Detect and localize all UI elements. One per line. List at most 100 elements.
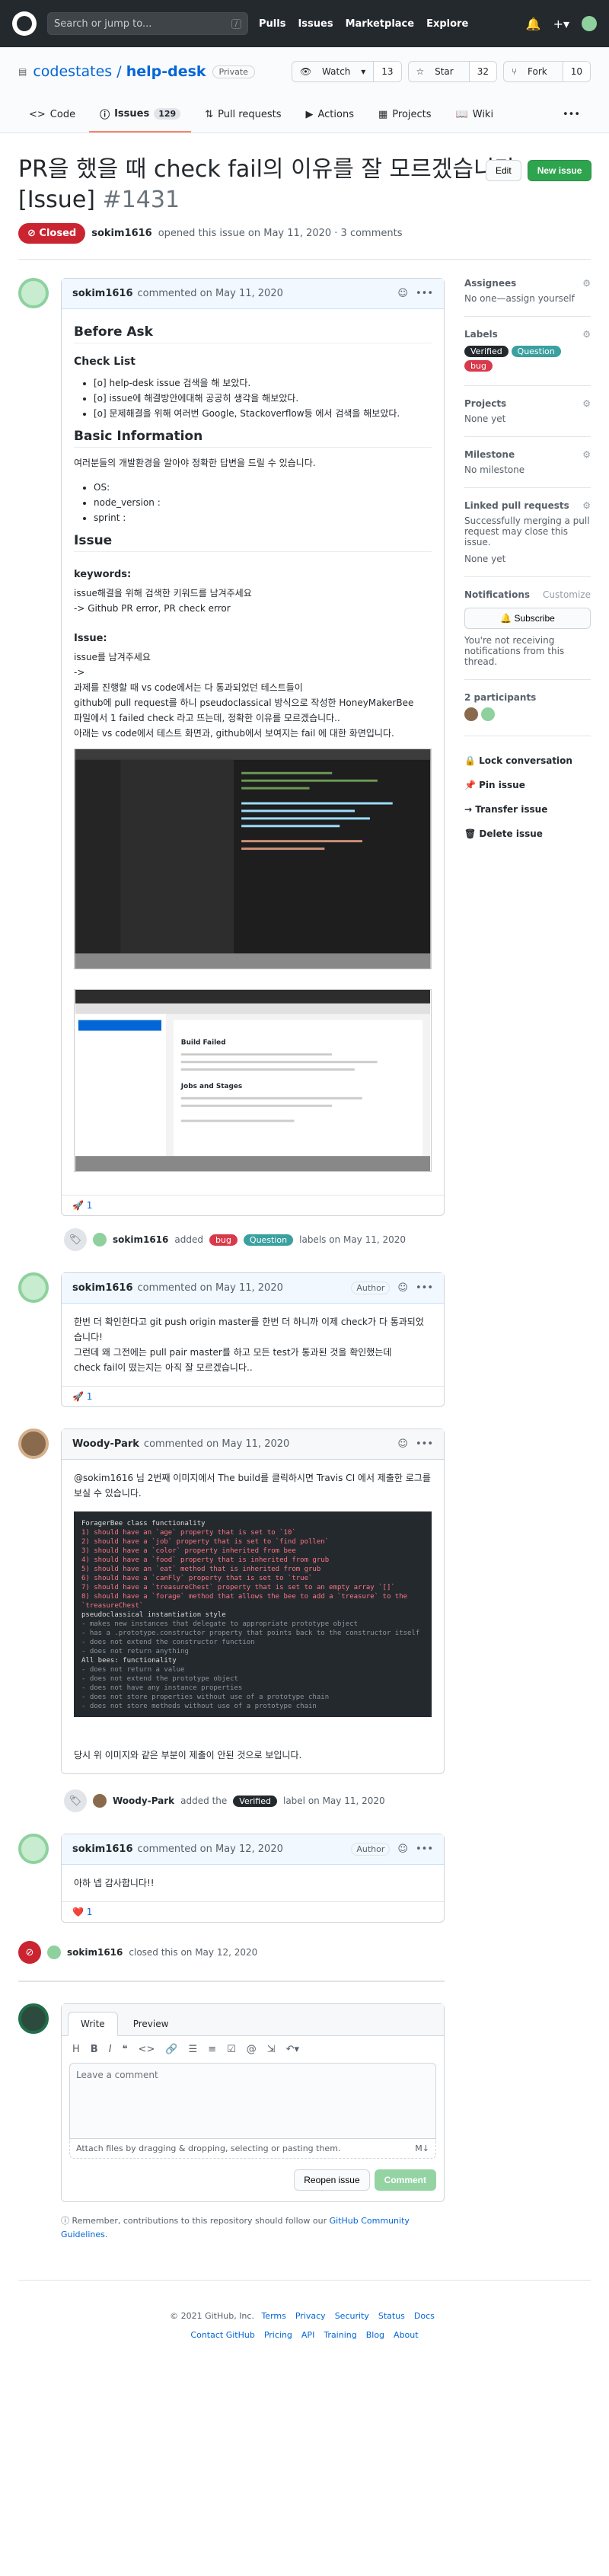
avatar[interactable]: [464, 707, 478, 721]
gear-icon[interactable]: ⚙: [582, 500, 591, 511]
tab-write[interactable]: Write: [68, 2012, 118, 2036]
pin-issue[interactable]: 📌 Pin issue: [464, 773, 591, 797]
gear-icon[interactable]: ⚙: [582, 449, 591, 460]
footer-link[interactable]: Contact GitHub: [190, 2330, 254, 2340]
smiley-icon[interactable]: ☺: [397, 288, 408, 299]
edit-button[interactable]: Edit: [486, 160, 521, 181]
avatar[interactable]: [18, 278, 49, 308]
repo-name[interactable]: help-desk: [126, 63, 206, 80]
repo-owner[interactable]: codestates: [33, 63, 112, 80]
numbered-list-icon[interactable]: ≡: [208, 2044, 216, 2055]
gear-icon[interactable]: ⚙: [582, 278, 591, 289]
github-checks-screenshot[interactable]: Build Failed Jobs and Stages: [74, 989, 432, 1172]
heart-reaction[interactable]: ❤️ 1: [62, 1901, 444, 1922]
task-list-icon[interactable]: ☑: [227, 2044, 236, 2055]
milestone-heading[interactable]: Milestone: [464, 449, 515, 460]
footer-link[interactable]: Blog: [366, 2330, 384, 2340]
label-bug[interactable]: bug: [209, 1234, 238, 1246]
nav-marketplace[interactable]: Marketplace: [346, 18, 415, 30]
tab-preview[interactable]: Preview: [121, 2013, 181, 2035]
delete-issue[interactable]: 🗑 Delete issue: [464, 822, 591, 846]
avatar[interactable]: [47, 1946, 61, 1959]
label-verified[interactable]: Verified: [233, 1795, 277, 1807]
tab-wiki[interactable]: 📖 Wiki: [445, 96, 505, 132]
kebab-icon[interactable]: •••: [416, 1438, 433, 1450]
footer-link[interactable]: Docs: [414, 2311, 435, 2321]
fork-button[interactable]: ⑂ Fork 10: [503, 61, 591, 82]
comment-textarea[interactable]: Leave a comment: [69, 2063, 436, 2139]
nav-issues[interactable]: Issues: [298, 18, 333, 30]
heading-icon[interactable]: H: [72, 2044, 80, 2055]
search-input[interactable]: Search or jump to... /: [47, 12, 248, 35]
kebab-icon[interactable]: •••: [416, 1282, 433, 1294]
footer-link[interactable]: API: [301, 2330, 314, 2340]
footer-link[interactable]: Security: [335, 2311, 369, 2321]
gear-icon[interactable]: ⚙: [582, 329, 591, 340]
tab-actions[interactable]: ▶ Actions: [295, 96, 365, 132]
rocket-reaction[interactable]: 🚀 1: [62, 1195, 444, 1215]
projects-heading[interactable]: Projects: [464, 398, 506, 409]
nav-pulls[interactable]: Pulls: [259, 18, 285, 30]
label-question[interactable]: Question: [243, 1234, 294, 1246]
plus-icon[interactable]: +▾: [553, 17, 569, 31]
event-actor[interactable]: Woody-Park: [113, 1796, 174, 1806]
comment-author[interactable]: sokim1616: [72, 1282, 133, 1294]
link-icon[interactable]: 🔗: [165, 2044, 177, 2055]
github-logo-icon[interactable]: [12, 11, 37, 36]
reply-icon[interactable]: ↶▾: [286, 2044, 299, 2055]
smiley-icon[interactable]: ☺: [397, 1282, 408, 1294]
nav-explore[interactable]: Explore: [426, 18, 468, 30]
avatar[interactable]: [480, 707, 495, 721]
label-bug[interactable]: bug: [464, 360, 493, 372]
subscribe-button[interactable]: 🔔 Subscribe: [464, 608, 591, 629]
avatar[interactable]: [18, 1272, 49, 1303]
issue-author[interactable]: sokim1616: [91, 228, 152, 239]
footer-link[interactable]: Training: [324, 2330, 356, 2340]
footer-link[interactable]: Terms: [261, 2311, 285, 2321]
bell-icon[interactable]: 🔔: [526, 17, 541, 31]
footer-link[interactable]: About: [394, 2330, 419, 2340]
labels-heading[interactable]: Labels: [464, 329, 498, 340]
comment-time[interactable]: commented on May 11, 2020: [144, 1438, 289, 1450]
tab-issues[interactable]: ⓘ Issues 129: [89, 96, 192, 132]
reopen-issue-button[interactable]: Reopen issue: [294, 2169, 370, 2191]
new-issue-button[interactable]: New issue: [527, 160, 592, 181]
comment-author[interactable]: Woody-Park: [72, 1438, 139, 1450]
watch-count[interactable]: 13: [373, 62, 401, 81]
star-button[interactable]: ☆ Star 32: [407, 61, 497, 82]
lock-conversation[interactable]: 🔒 Lock conversation: [464, 749, 591, 773]
attach-files[interactable]: Attach files by dragging & dropping, sel…: [69, 2139, 436, 2159]
reference-icon[interactable]: ⇲: [267, 2044, 276, 2055]
avatar[interactable]: [93, 1794, 107, 1808]
avatar[interactable]: [582, 16, 597, 31]
comment-author[interactable]: sokim1616: [72, 288, 133, 299]
quote-icon[interactable]: ❝: [123, 2044, 128, 2055]
comment-button[interactable]: Comment: [374, 2169, 436, 2191]
vscode-screenshot[interactable]: [74, 749, 432, 969]
tab-code[interactable]: <> Code: [18, 96, 86, 132]
footer-link[interactable]: Pricing: [264, 2330, 292, 2340]
smiley-icon[interactable]: ☺: [397, 1843, 408, 1855]
event-actor[interactable]: sokim1616: [67, 1947, 123, 1958]
rocket-reaction[interactable]: 🚀 1: [62, 1386, 444, 1406]
star-count[interactable]: 32: [468, 62, 496, 81]
tab-pull-requests[interactable]: ⇅ Pull requests: [194, 96, 292, 132]
bulleted-list-icon[interactable]: ☰: [189, 2044, 198, 2055]
italic-icon[interactable]: I: [109, 2044, 112, 2055]
label-question[interactable]: Question: [511, 346, 561, 357]
bold-icon[interactable]: B: [91, 2044, 98, 2055]
kebab-icon[interactable]: •••: [416, 1843, 433, 1855]
customize-link[interactable]: Customize: [543, 589, 591, 600]
code-icon[interactable]: <>: [139, 2044, 155, 2055]
more-icon[interactable]: •••: [552, 96, 591, 132]
comment-time[interactable]: commented on May 11, 2020: [138, 288, 283, 299]
watch-button[interactable]: 👁 Watch ▾ 13: [291, 61, 402, 82]
fork-count[interactable]: 10: [562, 62, 590, 81]
comment-time[interactable]: commented on May 12, 2020: [138, 1843, 283, 1855]
assignees-value[interactable]: No one—assign yourself: [464, 293, 575, 304]
comment-author[interactable]: sokim1616: [72, 1843, 133, 1855]
footer-link[interactable]: Privacy: [295, 2311, 326, 2321]
transfer-issue[interactable]: → Transfer issue: [464, 797, 591, 822]
label-verified[interactable]: Verified: [464, 346, 509, 357]
avatar[interactable]: [18, 1834, 49, 1864]
